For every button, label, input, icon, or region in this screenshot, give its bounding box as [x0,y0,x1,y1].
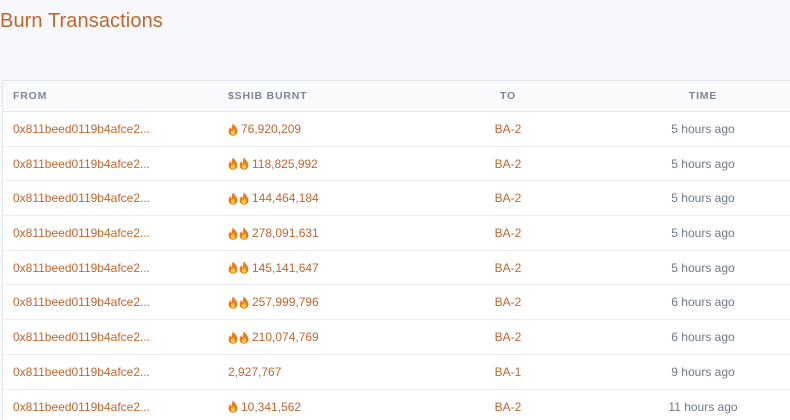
burnt-amount: 76,920,209 [241,122,302,136]
table-row: 0x811beed0119b4afce2... 210,074,769 BA-2 6 … [3,320,790,355]
transaction-time: 11 hours ago [668,399,738,414]
from-address-link[interactable]: 0x811beed0119b4afce2... [13,181,150,215]
table-row: 0x811beed0119b4afce2... 278,091,631 BA-2 5 … [3,216,790,251]
transaction-time: 5 hours ago [671,260,735,275]
table-header: FROM $SHIB BURNT TO TIME [3,81,790,112]
shib-burnt-cell: 2,927,767 [228,355,281,389]
shib-burnt-cell: 210,074,769 [228,320,319,354]
fire-icon-group [228,261,250,274]
table-row: 0x811beed0119b4afce2... 2,927,767 BA-1 9 ho… [3,355,790,390]
transaction-time: 6 hours ago [671,295,735,310]
burnt-amount: 145,141,647 [252,260,319,275]
table-row: 0x811beed0119b4afce2... 144,464,184 BA-2 5 … [3,181,790,217]
fire-icon [228,331,238,344]
shib-burnt-cell: 145,141,647 [228,251,319,285]
from-address-link[interactable]: 0x811beed0119b4afce2... [13,216,150,250]
fire-icon [239,192,249,205]
transaction-time: 5 hours ago [671,122,735,136]
fire-icon-group [228,157,250,170]
table-row: 0x811beed0119b4afce2... 257,999,796 BA-2 6 … [3,285,790,321]
fire-icon [228,192,238,205]
transaction-time: 9 hours ago [671,364,735,379]
table-row: 0x811beed0119b4afce2... 76,920,209 BA-2 5 h… [3,112,790,147]
fire-icon-group [228,192,250,205]
burnt-amount: 10,341,562 [241,399,302,414]
fire-icon [228,400,238,413]
to-address-link[interactable]: BA-2 [483,147,533,181]
transaction-time: 5 hours ago [671,156,735,171]
to-address-link[interactable]: BA-2 [483,112,533,146]
fire-icon [239,296,249,309]
fire-icon [239,331,249,344]
fire-icon [228,261,238,274]
shib-burnt-cell: 118,825,992 [228,147,318,181]
fire-icon [239,157,249,170]
fire-icon-group [228,122,239,136]
fire-icon [228,226,238,240]
fire-icon-group [228,296,250,309]
table-body: 0x811beed0119b4afce2... 76,920,209 BA-2 5 h… [3,112,790,420]
from-address-link[interactable]: 0x811beed0119b4afce2... [13,112,150,146]
page-title: Burn Transactions [0,10,163,32]
page: Burn Transactions FROM $SHIB BURNT TO TI… [0,0,790,420]
fire-icon-group [228,226,250,240]
to-address-link[interactable]: BA-1 [483,355,533,389]
from-address-link[interactable]: 0x811beed0119b4afce2... [13,285,150,319]
burnt-amount: 144,464,184 [252,191,319,206]
to-address-link[interactable]: BA-2 [483,251,533,285]
from-address-link[interactable]: 0x811beed0119b4afce2... [13,390,150,420]
burn-transactions-table: FROM $SHIB BURNT TO TIME 0x811beed0119b4… [2,80,790,420]
header-time: TIME [688,90,718,102]
fire-icon [239,226,249,240]
to-address-link[interactable]: BA-2 [483,181,533,215]
shib-burnt-cell: 278,091,631 [228,216,319,250]
transaction-time: 6 hours ago [671,330,735,345]
fire-icon-group [228,331,250,344]
from-address-link[interactable]: 0x811beed0119b4afce2... [13,147,150,181]
fire-icon [228,296,238,309]
shib-burnt-cell: 257,999,796 [228,285,319,319]
to-address-link[interactable]: BA-2 [483,216,533,250]
fire-icon-group [228,400,239,413]
shib-burnt-cell: 144,464,184 [228,181,319,215]
header-shib-burnt: $SHIB BURNT [228,90,308,102]
transaction-time: 5 hours ago [671,191,735,206]
burnt-amount: 210,074,769 [252,330,319,345]
from-address-link[interactable]: 0x811beed0119b4afce2... [13,251,150,285]
burnt-amount: 118,825,992 [252,156,318,171]
fire-icon [228,157,238,170]
header-to: TO [500,90,516,102]
fire-icon [228,122,238,136]
to-address-link[interactable]: BA-2 [483,390,533,420]
shib-burnt-cell: 76,920,209 [228,112,301,146]
to-address-link[interactable]: BA-2 [483,285,533,319]
header-from: FROM [13,90,48,102]
transaction-time: 5 hours ago [671,226,735,241]
burnt-amount: 257,999,796 [252,295,319,310]
burnt-amount: 2,927,767 [228,364,282,379]
from-address-link[interactable]: 0x811beed0119b4afce2... [13,320,150,354]
to-address-link[interactable]: BA-2 [483,320,533,354]
table-row: 0x811beed0119b4afce2... 145,141,647 BA-2 5 … [3,251,790,286]
table-row: 0x811beed0119b4afce2... 10,341,562 BA-2 11 … [3,390,790,420]
burnt-amount: 278,091,631 [252,226,319,241]
from-address-link[interactable]: 0x811beed0119b4afce2... [13,355,150,389]
shib-burnt-cell: 10,341,562 [228,390,301,420]
table-row: 0x811beed0119b4afce2... 118,825,992 BA-2 5 … [3,147,790,182]
fire-icon [239,261,249,274]
